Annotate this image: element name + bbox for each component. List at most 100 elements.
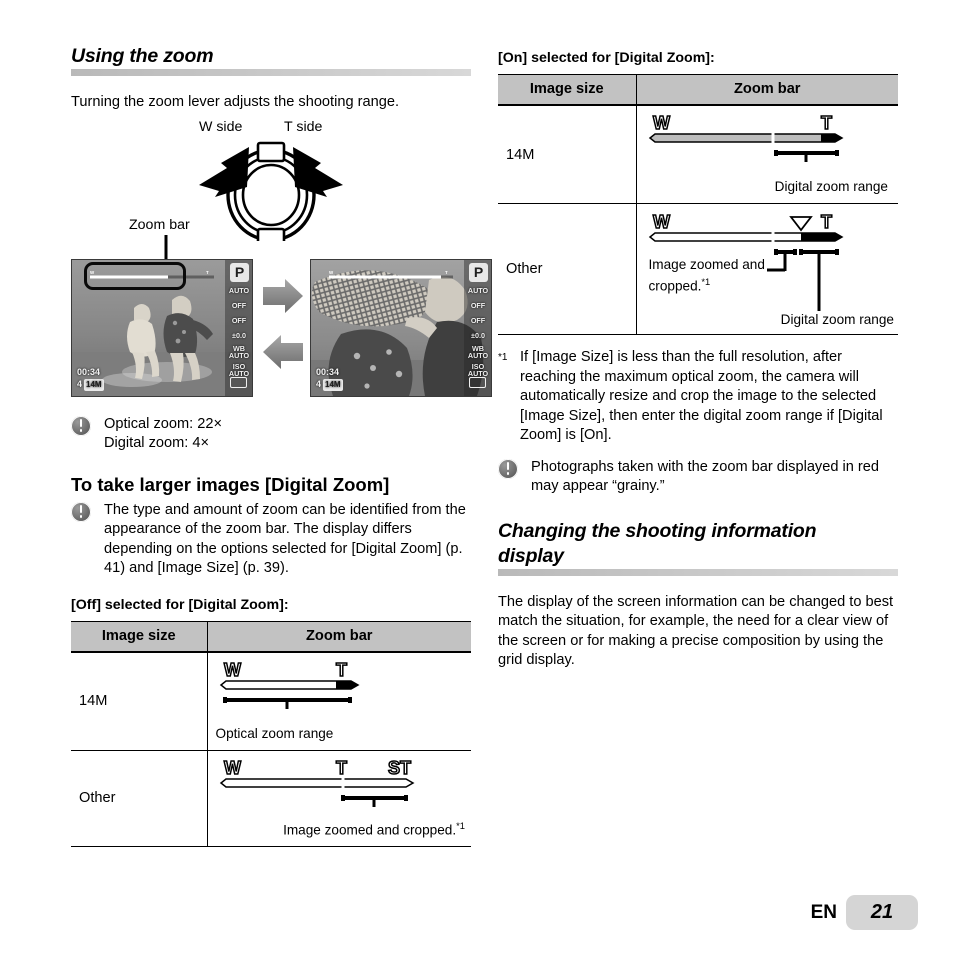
cell-zoom-bar-other-off: W T ST Image zoomed and cropped.*1	[207, 750, 471, 848]
table-caption-on: [On] selected for [Digital Zoom]:	[498, 50, 715, 66]
caption-footnote-mark: *1	[456, 819, 465, 831]
zoom-bar-diagram-14m-on: W T	[648, 112, 844, 162]
macro-mode-icon: OFF	[231, 300, 247, 310]
marker-t: T	[821, 212, 832, 232]
marker-st: ST	[388, 758, 411, 778]
lcd-bottom-info-wide: 00:34 4 14M	[77, 366, 104, 391]
exclamation-icon-2	[71, 501, 91, 522]
marker-t: T	[336, 758, 347, 778]
heading-rule-2	[498, 568, 898, 576]
heading-rule	[71, 69, 471, 76]
marker-w: W	[653, 212, 670, 232]
lcd-zoom-bar-tele: W T	[329, 270, 453, 278]
shots-remaining-value-tele: 4	[316, 378, 322, 389]
page-footer: EN 21	[811, 895, 918, 930]
zoom-position-triangle-icon	[788, 216, 813, 232]
section-heading-changing-display: Changing the shooting information displa…	[498, 519, 898, 576]
footnote-text: If [Image Size] is less than the full re…	[520, 349, 883, 443]
exposure-compensation-value-tele: ±0.0	[471, 330, 485, 340]
caption-image-zoomed-cropped: Image zoomed and cropped.*1	[216, 817, 465, 839]
lcd-screen-tele: P AUTO OFF OFF ±0.0 WB AUTO ISO AUTO 00:…	[310, 258, 492, 397]
record-time-value-tele: 00:34	[316, 366, 340, 377]
svg-text:T: T	[206, 270, 209, 275]
drive-mode-icon-tele	[469, 376, 486, 388]
zoom-bar-table-off: Image size Zoom bar 14M W T Optical zoom…	[71, 620, 471, 848]
table-header-row-off: Image size Zoom bar	[71, 620, 471, 653]
zoom-bar-callout-label: Zoom bar	[129, 216, 190, 233]
col-header-zoom-bar-on: Zoom bar	[636, 74, 898, 106]
col-header-image-size-off: Image size	[71, 620, 208, 653]
page-number-badge: 21	[846, 895, 918, 930]
marker-t: T	[821, 113, 832, 133]
lcd-screens-figure: Zoom bar P AUTO OFF OFF ±0.0 WB AUTO ISO…	[71, 217, 492, 403]
left-column: Using the zoom Turning the zoom lever ad…	[71, 44, 492, 848]
cell-zoom-bar-other-on: W T Image zoomed and cropped.*1 Digital …	[636, 203, 898, 335]
digital-zoom-note: The type and amount of zoom can be ident…	[71, 501, 471, 579]
zoom-ratio-note: Optical zoom: 22× Digital zoom: 4×	[71, 415, 471, 454]
screen-transition-arrows	[263, 278, 303, 369]
caption-digital-zoom-range-other: Digital zoom range	[780, 312, 894, 327]
zoom-bar-diagram-14m-off: W T	[219, 659, 360, 709]
self-timer-icon-tele: OFF	[470, 315, 486, 325]
caption-text: Image zoomed and cropped.	[283, 822, 457, 838]
flash-mode-icon-tele: AUTO	[467, 285, 489, 295]
drive-mode-icon	[230, 376, 247, 388]
svg-text:W: W	[329, 270, 334, 275]
changing-display-body: The display of the screen information ca…	[498, 593, 894, 669]
iso-value-tele: AUTO	[467, 368, 489, 378]
image-size-badge-tele: 14M	[323, 378, 343, 391]
right-column: [On] selected for [Digital Zoom]: Image …	[498, 44, 898, 671]
zoom-bar-callout-outline	[84, 261, 186, 290]
footnote-1: *1 If [Image Size] is less than the full…	[498, 348, 898, 446]
exclamation-icon-3	[498, 458, 518, 479]
exclamation-icon	[71, 415, 91, 436]
marker-w: W	[224, 660, 241, 680]
image-size-badge: 14M	[84, 378, 104, 391]
iso-value: AUTO	[228, 368, 250, 378]
subheading-digital-zoom: To take larger images [Digital Zoom]	[71, 473, 390, 495]
caption-line-1: Image zoomed and	[648, 257, 765, 272]
t-side-label: T side	[284, 118, 323, 135]
caption-image-zoomed-cropped-on: Image zoomed and cropped.*1	[649, 256, 769, 295]
table-caption-off: [Off] selected for [Digital Zoom]:	[71, 596, 289, 613]
language-code: EN	[810, 901, 837, 923]
flash-mode-icon: AUTO	[228, 285, 250, 295]
caption-optical-zoom-range: Optical zoom range	[215, 725, 334, 741]
cell-image-size-other-off: Other	[71, 750, 208, 848]
digital-zoom-note-text: The type and amount of zoom can be ident…	[104, 501, 466, 577]
section-heading-line-2: display	[498, 544, 564, 567]
shooting-mode-icon-tele: P	[469, 262, 488, 282]
intro-paragraph: Turning the zoom lever adjusts the shoot…	[71, 94, 400, 110]
section-heading-line-1: Changing the shooting information	[498, 519, 817, 542]
marker-w: W	[224, 758, 241, 778]
w-side-label: W side	[199, 118, 243, 135]
macro-mode-icon-tele: OFF	[470, 300, 486, 310]
zoom-bar-table-on: Image size Zoom bar 14M W T Digital zoom…	[498, 74, 898, 335]
digital-zoom-text: Digital zoom: 4×	[104, 435, 210, 451]
section-heading-using-the-zoom: Using the zoom	[71, 44, 471, 76]
footnote-mark: *1	[498, 352, 508, 363]
caption-digital-zoom-range-14m: Digital zoom range	[774, 179, 888, 194]
exposure-compensation-value: ±0.0	[232, 330, 246, 340]
caption-line-2: cropped.	[648, 278, 702, 294]
record-time-value: 00:34	[77, 366, 101, 377]
cell-image-size-14m-on: 14M	[498, 105, 637, 204]
cell-zoom-bar-14m-on: W T Digital zoom range	[636, 105, 898, 204]
table-row: Other W T Image zoomed and cropped.*1 Di…	[498, 203, 898, 335]
marker-t: T	[336, 660, 347, 680]
grainy-note: Photographs taken with the zoom bar disp…	[498, 458, 898, 497]
lcd-bottom-info-tele: 00:34 4 14M	[316, 366, 343, 391]
cell-image-size-14m-off: 14M	[71, 651, 208, 751]
caption-footnote-mark-on: *1	[701, 276, 711, 287]
table-header-row-on: Image size Zoom bar	[498, 74, 898, 106]
shots-remaining-value: 4	[77, 378, 83, 389]
white-balance-value-tele: AUTO	[467, 350, 489, 360]
marker-w: W	[653, 113, 670, 133]
svg-text:T: T	[445, 270, 448, 275]
grainy-note-text: Photographs taken with the zoom bar disp…	[531, 458, 880, 495]
cell-image-size-other-on: Other	[498, 203, 637, 335]
zoom-bar-diagram-other-off: W T ST	[219, 757, 415, 807]
section-heading-text: Using the zoom	[71, 45, 214, 67]
table-row: 14M W T Digital zoom range	[498, 105, 898, 204]
cell-zoom-bar-14m-off: W T Optical zoom range	[207, 651, 471, 751]
